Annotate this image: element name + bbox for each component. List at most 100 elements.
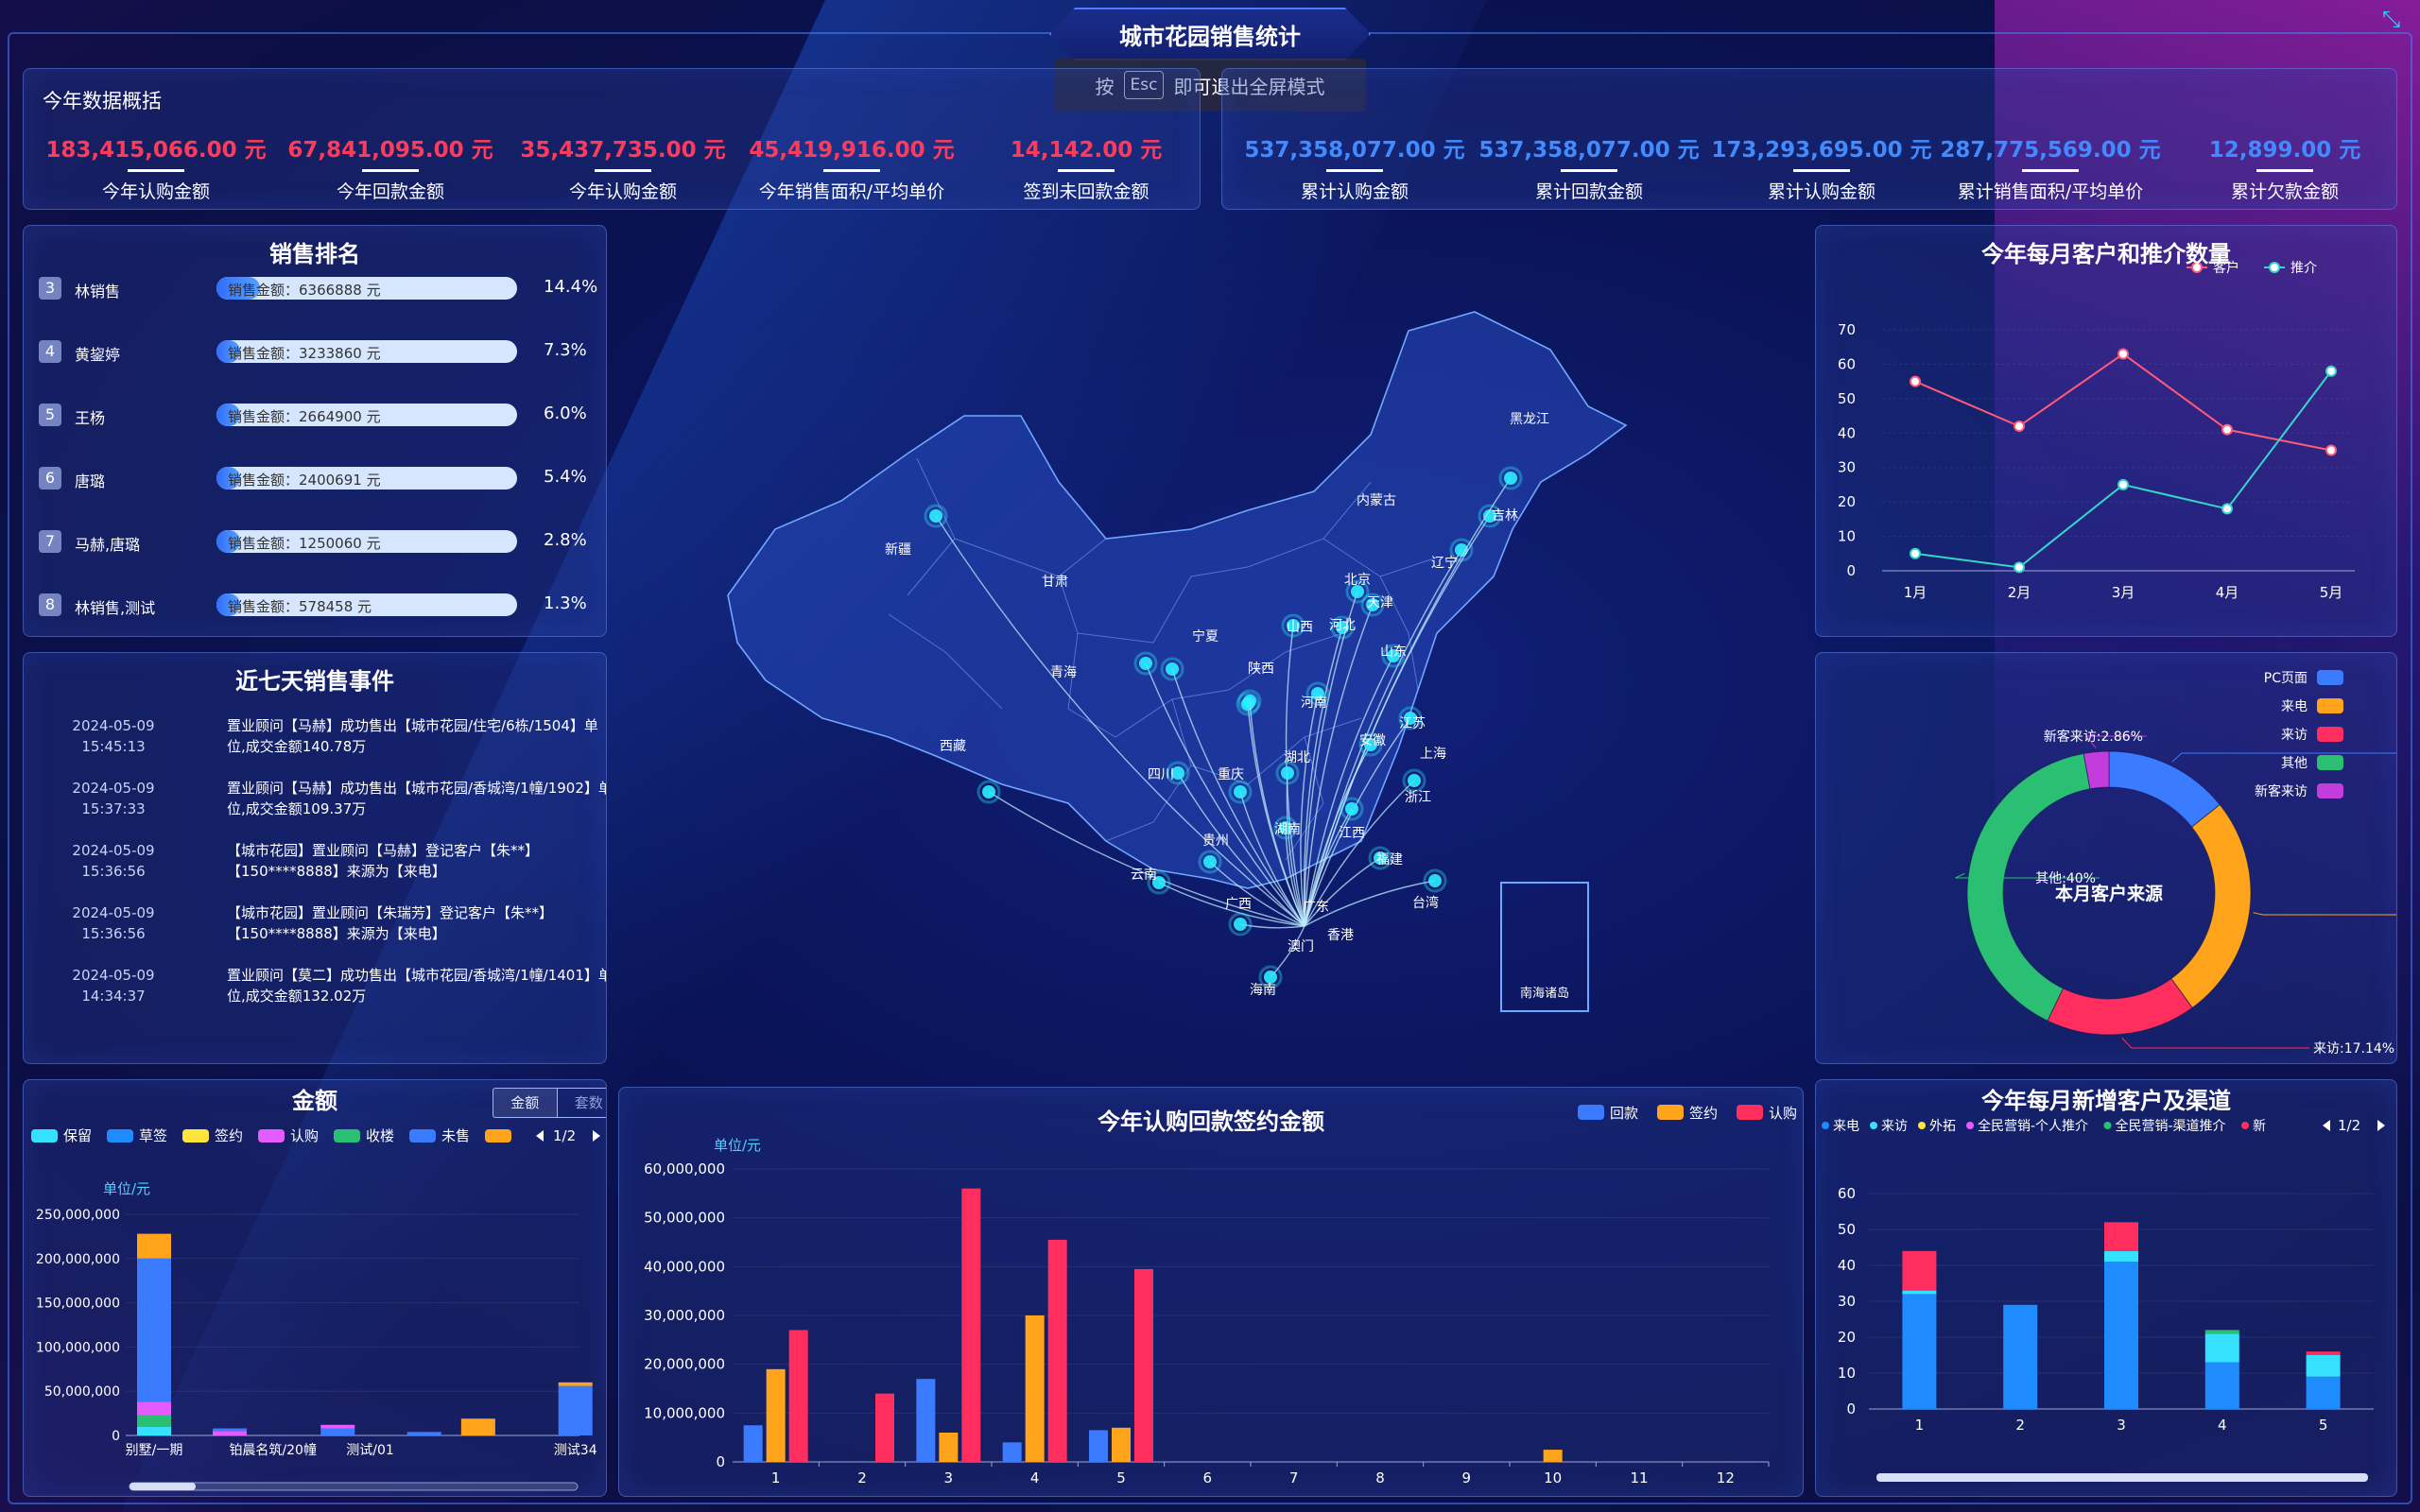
legend-swatch[interactable] [2317,727,2343,742]
bar[interactable] [1089,1430,1108,1462]
donut-slice[interactable] [2108,750,2221,828]
stack-segment[interactable] [137,1401,171,1416]
data-point[interactable] [1910,547,1921,559]
stack-segment[interactable] [1902,1250,1937,1291]
legend-swatch[interactable] [107,1129,133,1143]
stack-segment[interactable] [558,1382,593,1386]
bar[interactable] [1002,1442,1022,1462]
bar[interactable] [961,1188,981,1462]
rank-name: 黄鋆婷 [75,346,121,364]
data-point[interactable] [2325,444,2337,456]
stack-segment[interactable] [2306,1376,2341,1409]
stack-segment[interactable] [2104,1262,2138,1409]
legend-dot[interactable] [2241,1122,2249,1129]
legend-dot[interactable] [1918,1122,1926,1129]
bar[interactable] [788,1330,808,1463]
data-point[interactable] [1910,375,1921,387]
city-point[interactable] [1345,802,1358,816]
stack-segment[interactable] [2204,1362,2239,1409]
legend-swatch[interactable] [31,1129,58,1143]
city-point[interactable] [1234,785,1247,799]
legend-swatch[interactable] [2317,755,2343,770]
city-point[interactable] [1264,971,1277,984]
scrollbar-thumb[interactable] [1876,1473,2368,1482]
stack-segment[interactable] [2204,1333,2239,1363]
bar[interactable] [875,1393,894,1462]
city-point[interactable] [1166,662,1179,676]
tab-amount[interactable]: 金额 [493,1089,557,1117]
stack-segment[interactable] [2003,1304,2038,1409]
stack-segment[interactable] [213,1431,247,1435]
bar[interactable] [916,1379,936,1462]
stack-segment[interactable] [2104,1250,2138,1263]
legend-swatch[interactable] [485,1129,511,1143]
legend-swatch[interactable] [2317,698,2343,713]
scrollbar-thumb[interactable] [130,1483,196,1490]
bar[interactable] [766,1368,786,1462]
scrollbar-track[interactable] [129,1482,579,1491]
data-point[interactable] [2014,421,2025,432]
stack-segment[interactable] [137,1233,171,1259]
event-row: 2024-05-09 15:37:33 置业顾问【马赫】成功售出【城市花园/香城湾/… [43,778,606,834]
legend-swatch[interactable] [2317,783,2343,799]
stack-segment[interactable] [320,1428,355,1435]
stack-segment[interactable] [213,1428,247,1432]
city-point[interactable] [1408,774,1421,787]
legend-swatch[interactable] [182,1129,209,1143]
stack-segment[interactable] [1902,1290,1937,1295]
bar[interactable] [939,1433,959,1462]
bar[interactable] [1025,1315,1045,1462]
stack-segment[interactable] [320,1424,355,1429]
stack-segment[interactable] [2204,1330,2239,1334]
city-point[interactable] [1455,543,1468,557]
legend-swatch[interactable] [258,1129,285,1143]
legend-next-icon[interactable] [2377,1120,2385,1131]
city-point[interactable] [1139,657,1152,670]
city-point[interactable] [982,785,995,799]
data-point[interactable] [2325,365,2337,377]
city-point[interactable] [1281,766,1294,780]
stack-segment[interactable] [137,1415,171,1427]
legend-prev-icon[interactable] [2323,1120,2330,1131]
bar[interactable] [1047,1239,1067,1462]
city-point[interactable] [1243,695,1256,708]
stack-segment[interactable] [406,1432,441,1435]
tab-sets[interactable]: 套数 [556,1089,607,1117]
legend-dot[interactable] [1966,1122,1974,1129]
donut-slice[interactable] [2170,803,2252,1009]
legend-dot[interactable] [1822,1122,1829,1129]
bar[interactable] [743,1425,763,1462]
stack-segment[interactable] [2104,1222,2138,1251]
stack-segment[interactable] [137,1426,171,1435]
legend-swatch[interactable] [334,1129,360,1143]
stack-segment[interactable] [2306,1351,2341,1355]
data-point[interactable] [2014,561,2025,574]
bar[interactable] [1112,1427,1131,1462]
legend-dot[interactable] [2103,1122,2112,1129]
stack-segment[interactable] [137,1258,171,1402]
stack-segment[interactable] [460,1418,495,1435]
city-point[interactable] [1234,918,1247,931]
data-point[interactable] [2118,478,2129,490]
china-map[interactable]: 南海诸岛 黑龙江 吉林 辽宁 内蒙古 北京 天津 河北 山西 山东 新疆 甘肃 宁夏 陕西 青海 河南 江苏 上海… [662,293,1654,1049]
bar[interactable] [1134,1268,1153,1462]
legend-prev-icon[interactable] [536,1130,544,1142]
stack-segment[interactable] [2306,1355,2341,1377]
city-point[interactable] [929,509,942,523]
stack-segment[interactable] [558,1385,593,1435]
legend-swatch[interactable] [2317,670,2343,685]
legend-next-icon[interactable] [593,1130,600,1142]
city-point[interactable] [1203,855,1217,868]
legend-swatch[interactable] [409,1129,436,1143]
stack-segment[interactable] [1902,1294,1937,1409]
city-point[interactable] [1428,874,1442,887]
donut-slice[interactable] [2047,977,2193,1036]
city-point[interactable] [1504,472,1517,485]
bar[interactable] [1543,1450,1563,1462]
data-point[interactable] [2221,503,2233,515]
data-point[interactable] [2118,348,2129,360]
exit-fullscreen-icon[interactable]: ⤡ [2382,6,2409,32]
data-point[interactable] [2221,423,2233,436]
ranking-row: 3 林销售 销售金额：6366888 元 14.4% [39,269,597,307]
legend-dot[interactable] [1870,1122,1877,1129]
